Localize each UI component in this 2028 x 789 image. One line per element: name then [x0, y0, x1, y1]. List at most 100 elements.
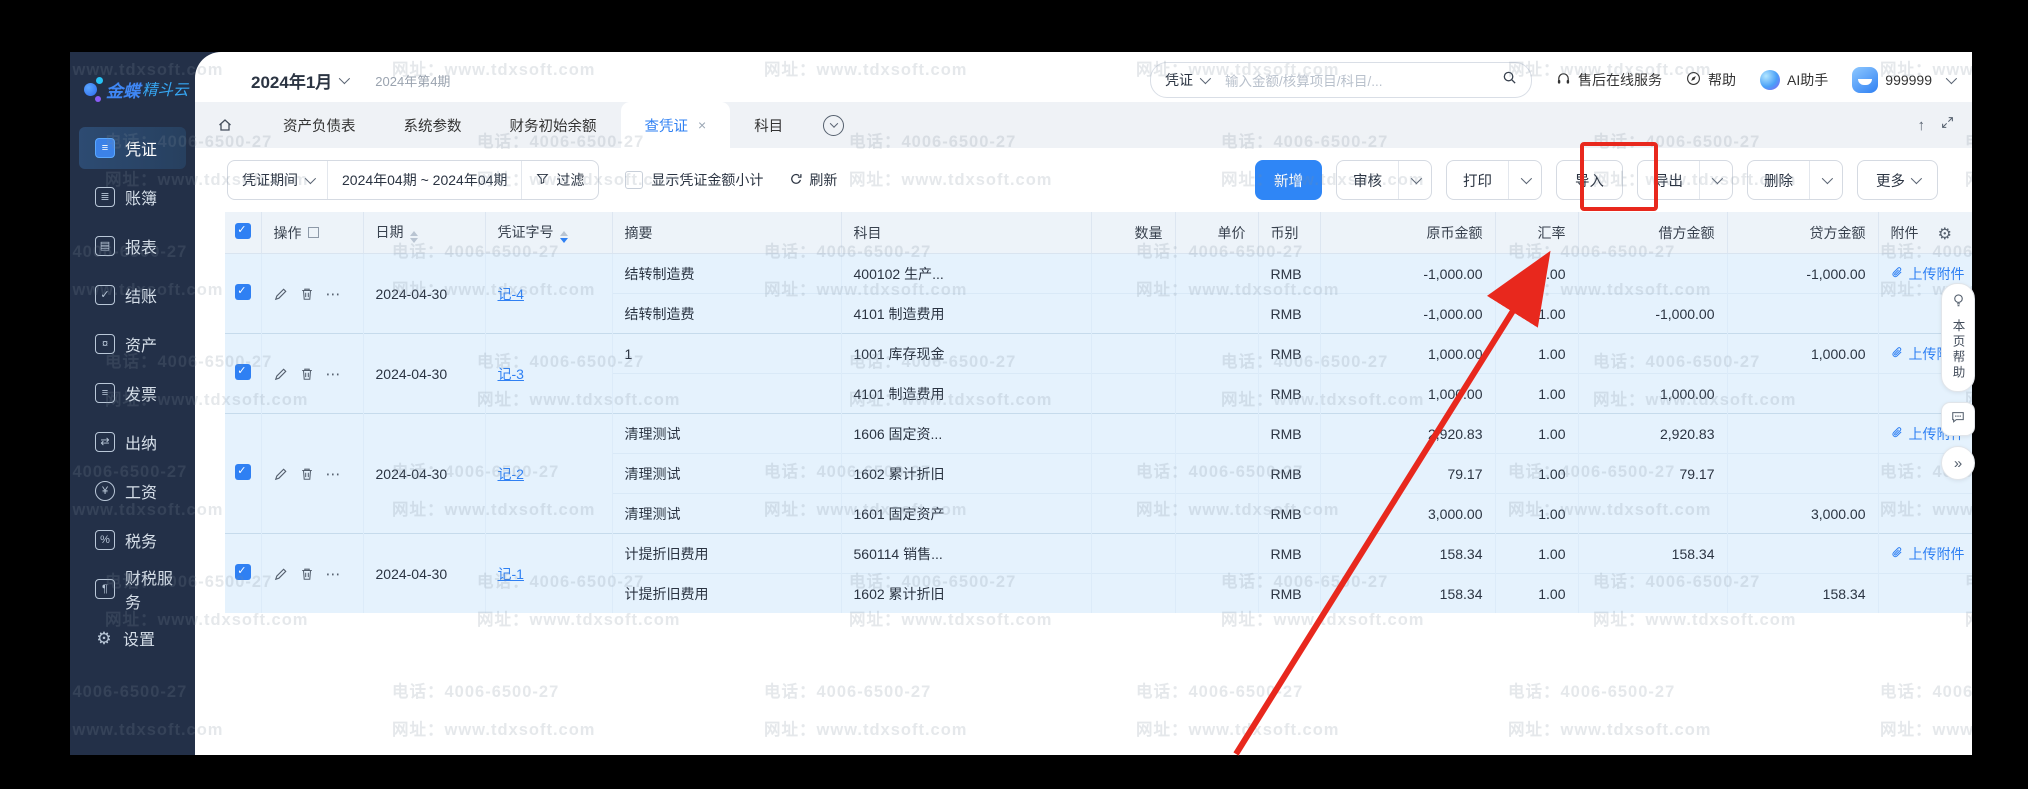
- subtotal-checkbox-row[interactable]: 显示凭证金额小计: [625, 170, 763, 190]
- cell-summary: 结转制造费: [612, 294, 841, 334]
- delete-icon[interactable]: [300, 467, 314, 481]
- paperclip-icon: [1891, 266, 1904, 282]
- delete-icon[interactable]: [300, 567, 314, 581]
- voucher-no-link[interactable]: 记-1: [498, 566, 524, 582]
- row-checkbox[interactable]: [235, 464, 251, 480]
- sidebar-item-closing[interactable]: ✓结账: [79, 274, 186, 316]
- cell-debit-amount: [1578, 334, 1727, 374]
- sort-icons[interactable]: [560, 231, 568, 243]
- subtotal-checkbox[interactable]: [625, 171, 643, 189]
- row-checkbox[interactable]: [235, 364, 251, 380]
- tab-voucher-query[interactable]: 查凭证×: [621, 102, 731, 148]
- print-button[interactable]: 打印: [1447, 161, 1508, 199]
- row-checkbox[interactable]: [235, 564, 251, 580]
- row-checkbox[interactable]: [235, 284, 251, 300]
- collapse-toolbar-button[interactable]: »: [1941, 446, 1975, 480]
- delete-dropdown-button[interactable]: [1809, 161, 1842, 199]
- upload-attachment-link[interactable]: 上传附件: [1891, 264, 1965, 284]
- select-all-checkbox[interactable]: [235, 223, 251, 239]
- sort-desc-icon[interactable]: [560, 238, 568, 243]
- period-range-value[interactable]: 2024年04期 ~ 2024年04期: [327, 161, 521, 199]
- global-search[interactable]: 凭证 输入金额/核算项目/科目/...: [1150, 62, 1532, 98]
- period-selector[interactable]: 2024年1月: [251, 68, 332, 93]
- tab-balance-sheet[interactable]: 资产负债表: [259, 102, 380, 148]
- edit-icon[interactable]: [274, 467, 288, 481]
- delete-icon[interactable]: [300, 287, 314, 301]
- screenshot-canvas: 电话：4006-6500-27网址：www.tdxsoft.com电话：4006…: [0, 0, 2028, 789]
- delete-button[interactable]: 删除: [1748, 161, 1809, 199]
- voucher-no-link[interactable]: 记-2: [498, 466, 524, 482]
- edit-icon[interactable]: [274, 367, 288, 381]
- upload-attachment-label: 上传附件: [1909, 264, 1965, 284]
- search-scope-select[interactable]: 凭证: [1165, 70, 1208, 90]
- after-sales-service-link[interactable]: 售后在线服务: [1556, 70, 1662, 90]
- sidebar-item-ledger[interactable]: ≣账簿: [79, 176, 186, 218]
- cell-qty: [1091, 374, 1175, 414]
- sort-icons[interactable]: [410, 231, 418, 243]
- sidebar-item-tax[interactable]: %税务: [79, 519, 186, 561]
- voucher-no-link[interactable]: 记-4: [498, 286, 524, 302]
- edit-icon[interactable]: [274, 287, 288, 301]
- home-tab-icon[interactable]: [217, 117, 233, 133]
- voucher-no-link[interactable]: 记-3: [498, 366, 524, 382]
- sidebar-item-payroll[interactable]: ¥工资: [79, 470, 186, 512]
- sidebar-item-invoice[interactable]: ≡发票: [79, 372, 186, 414]
- watermark-phone: 电话：4006-6500-27: [764, 18, 931, 42]
- audit-dropdown-button[interactable]: [1398, 161, 1431, 199]
- voucher-row: ⋯2024-04-30记-2清理测试1606 固定资...RMB2,920.83…: [225, 414, 1972, 454]
- sidebar-item-settings[interactable]: ⚙设置: [79, 617, 186, 659]
- refresh-button[interactable]: 刷新: [789, 170, 837, 190]
- search-icon[interactable]: [1502, 70, 1517, 90]
- tab-list-dropdown-icon[interactable]: [823, 115, 844, 136]
- voucher-row: ⋯2024-04-30记-1计提折旧费用560114 销售...RMB158.3…: [225, 534, 1972, 574]
- sidebar-item-cashier[interactable]: ⇄出纳: [79, 421, 186, 463]
- tab-close-icon[interactable]: ×: [698, 117, 706, 133]
- tab-accounts[interactable]: 科目: [730, 102, 807, 148]
- user-menu[interactable]: 999999: [1852, 67, 1954, 93]
- upload-attachment-link[interactable]: 上传附件: [1891, 544, 1965, 564]
- more-actions-icon[interactable]: ⋯: [326, 565, 342, 583]
- sort-desc-icon[interactable]: [410, 238, 418, 243]
- feedback-bubble-button[interactable]: [1941, 402, 1975, 436]
- more-actions-icon[interactable]: ⋯: [326, 465, 342, 483]
- help-link[interactable]: 帮助: [1686, 70, 1736, 90]
- edit-icon[interactable]: [274, 567, 288, 581]
- filter-button[interactable]: 过滤: [521, 161, 598, 199]
- import-button[interactable]: 导入: [1556, 160, 1623, 200]
- cell-credit-amount: [1727, 454, 1878, 494]
- delete-icon[interactable]: [300, 367, 314, 381]
- tab-system-params[interactable]: 系统参数: [380, 102, 486, 148]
- more-button[interactable]: 更多: [1857, 160, 1938, 200]
- fullscreen-icon[interactable]: [1941, 116, 1954, 134]
- operation-settings-icon[interactable]: [308, 227, 319, 238]
- column-settings-gear-icon[interactable]: ⚙: [1938, 224, 1952, 244]
- refresh-icon: [789, 172, 803, 189]
- sidebar-item-report[interactable]: ▤报表: [79, 225, 186, 267]
- search-input[interactable]: 输入金额/核算项目/科目/...: [1225, 70, 1493, 90]
- sidebar-item-finance-service[interactable]: ¶财税服务: [79, 568, 186, 610]
- voucher-table-container: 操作日期凭证字号摘要科目数量单价币别原币金额汇率借方金额贷方金额附件⋯2024-…: [225, 212, 1972, 613]
- audit-button[interactable]: 审核: [1337, 161, 1398, 199]
- watermark-phone: 电话：4006-6500-27: [392, 18, 559, 42]
- sort-asc-icon[interactable]: [560, 231, 568, 236]
- ai-assistant-link[interactable]: AI助手: [1760, 70, 1828, 90]
- period-field-dropdown[interactable]: 凭证期间: [228, 161, 327, 199]
- export-dropdown-button[interactable]: [1699, 161, 1732, 199]
- tab-initial-balance[interactable]: 财务初始余额: [486, 102, 621, 148]
- voucher-no-cell: 记-1: [485, 534, 612, 614]
- cell-summary: 计提折旧费用: [612, 534, 841, 574]
- cell-exchange-rate: 1.00: [1495, 374, 1578, 414]
- more-actions-icon[interactable]: ⋯: [326, 285, 342, 303]
- chevron-down-icon[interactable]: [339, 73, 350, 84]
- chevron-down-icon: [1200, 73, 1211, 84]
- print-dropdown-button[interactable]: [1508, 161, 1541, 199]
- export-button[interactable]: 导出: [1638, 161, 1699, 199]
- sidebar-item-asset[interactable]: ¤资产: [79, 323, 186, 365]
- sort-asc-icon[interactable]: [410, 231, 418, 236]
- more-actions-icon[interactable]: ⋯: [326, 365, 342, 383]
- collapse-up-icon[interactable]: ↑: [1918, 117, 1926, 134]
- add-button[interactable]: 新增: [1255, 160, 1322, 200]
- sidebar-item-voucher[interactable]: ≡凭证: [79, 127, 186, 169]
- page-help-button[interactable]: 本页帮助: [1941, 283, 1975, 392]
- tabbar: 资产负债表系统参数财务初始余额查凭证×科目 ↑: [195, 102, 1972, 148]
